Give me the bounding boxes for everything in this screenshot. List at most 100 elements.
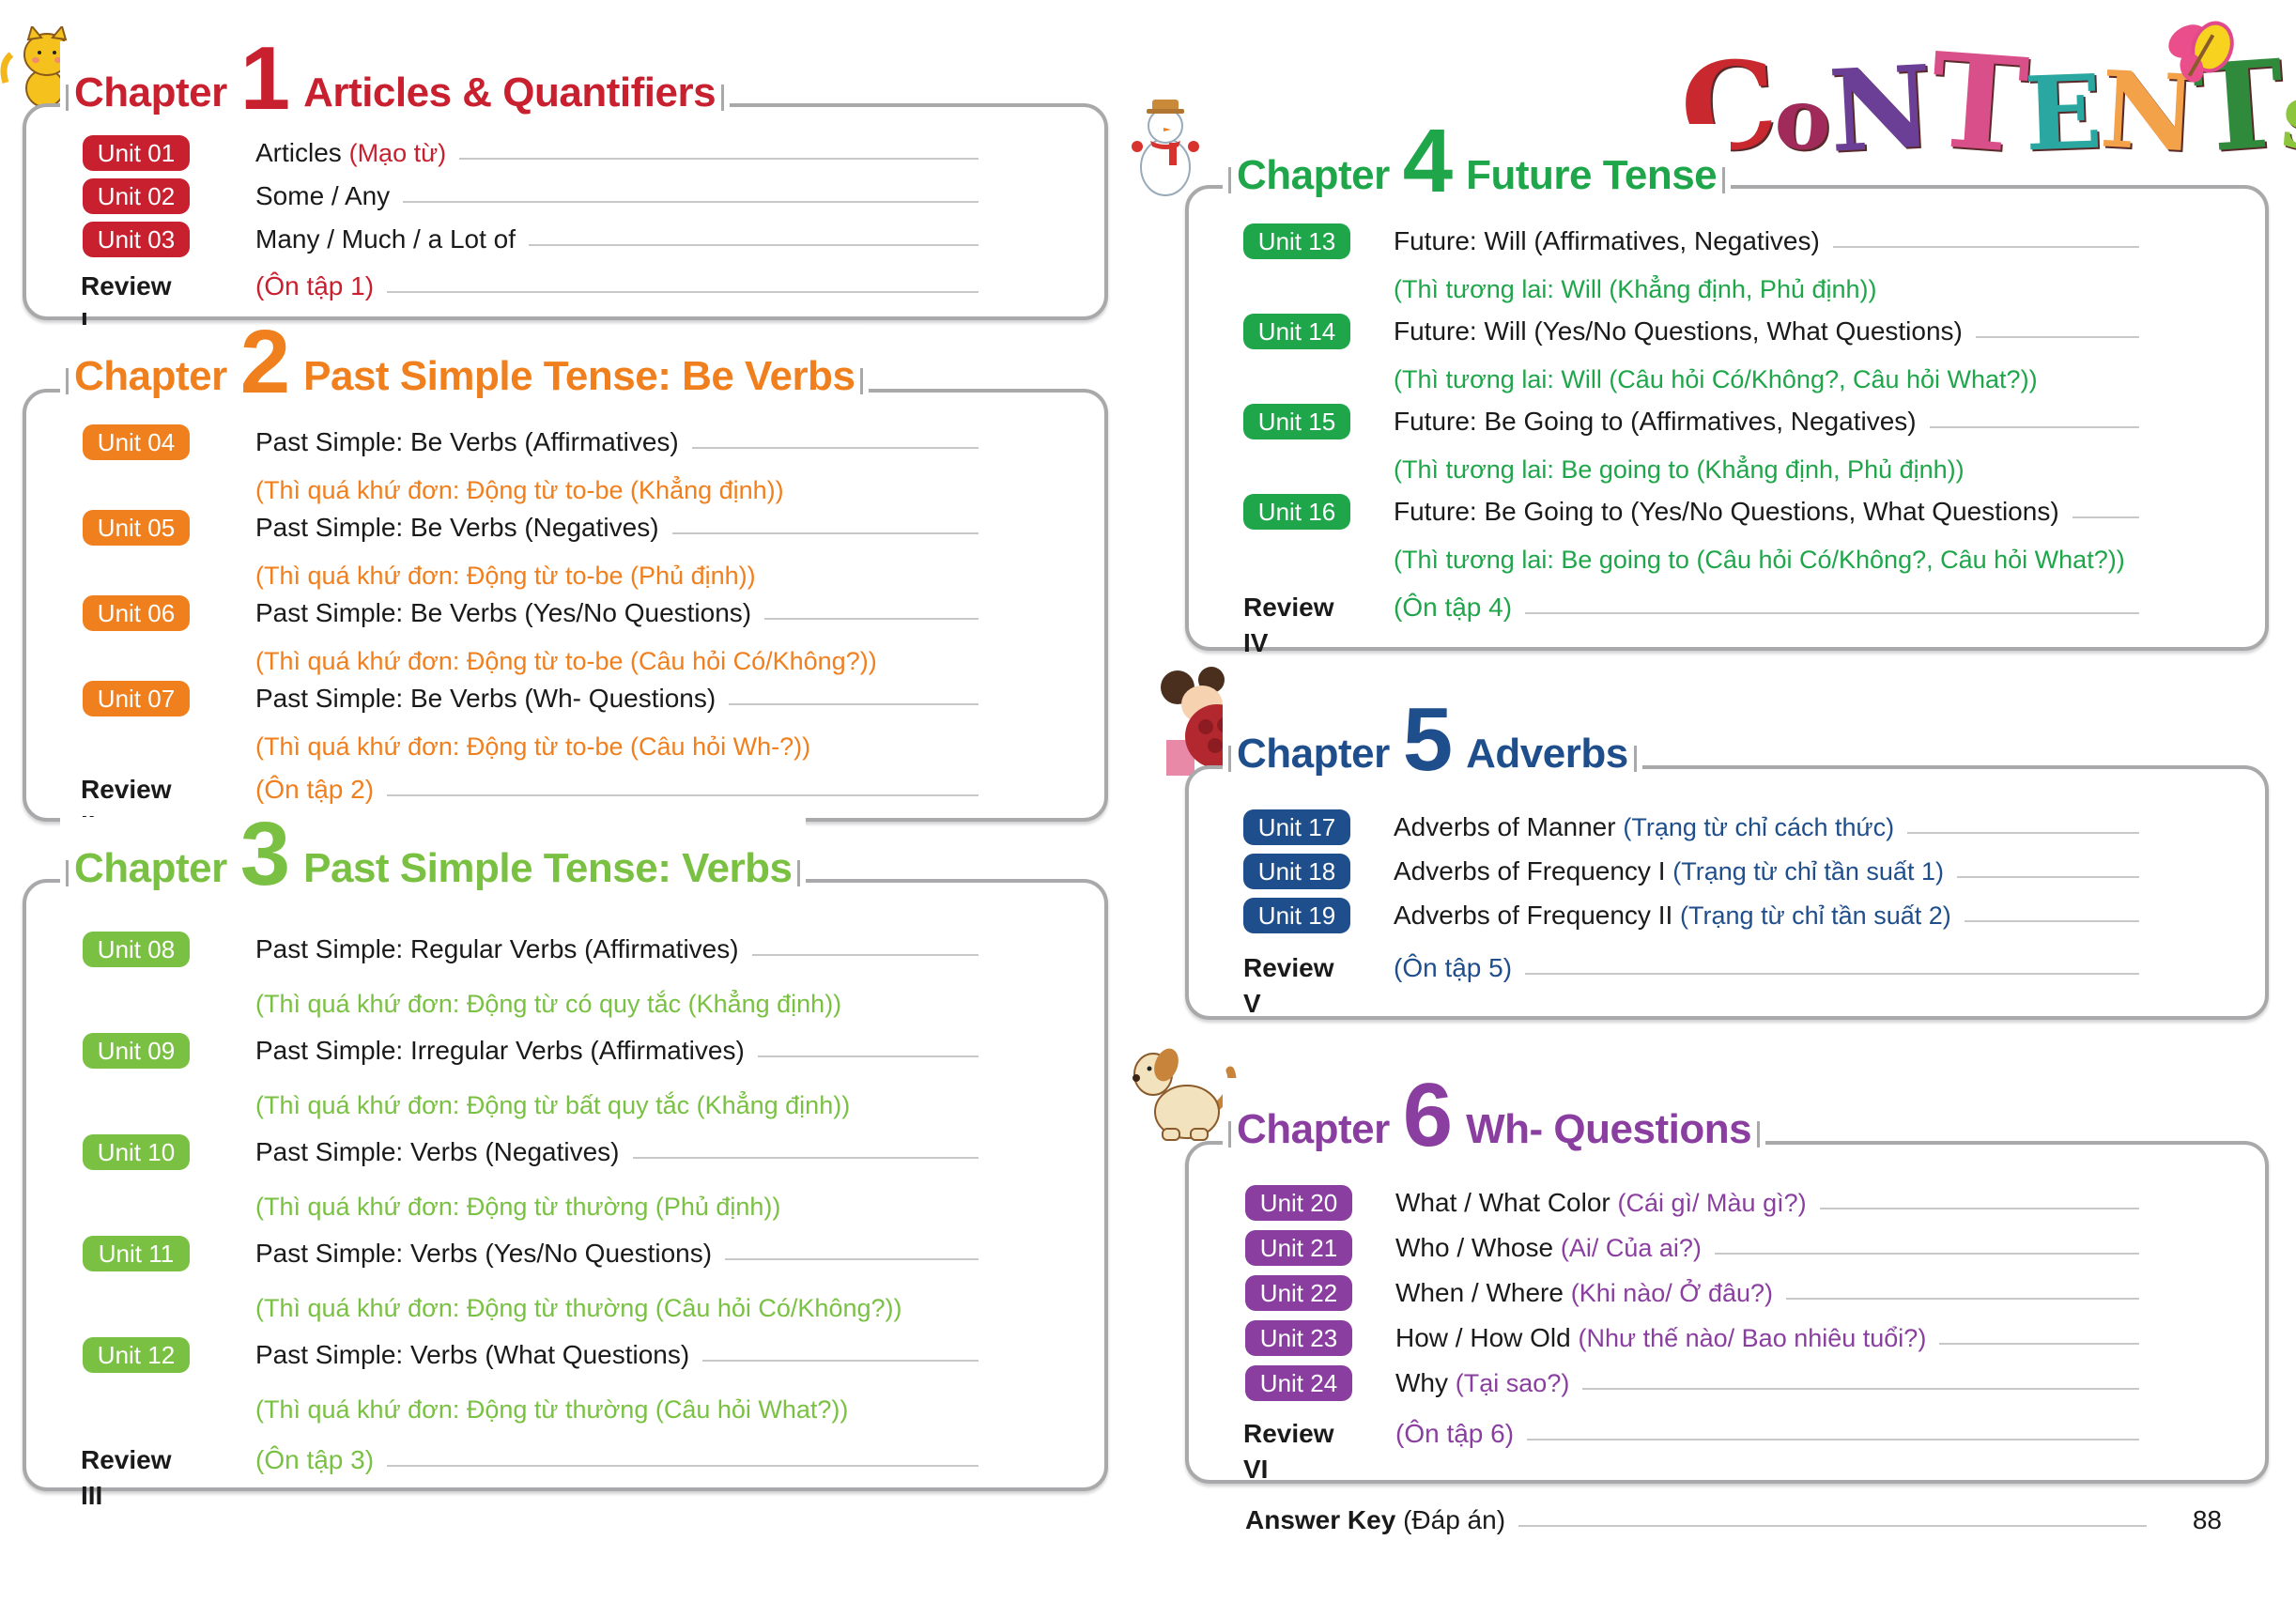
- unit-badge: Unit 18: [1243, 854, 1350, 889]
- unit-title: Past Simple: Be Verbs (Negatives): [255, 510, 672, 546]
- unit-title-en: Future: Be Going to (Affirmatives, Negat…: [1394, 407, 1917, 436]
- unit-badge: Unit 14: [1243, 314, 1350, 349]
- unit-title-en: Who / Whose: [1395, 1233, 1554, 1262]
- unit-badge: Unit 10: [83, 1134, 190, 1170]
- unit-title-vi: (Tại sao?): [1455, 1369, 1570, 1397]
- answer-key-label: Answer Key: [1245, 1505, 1396, 1534]
- chapter-title: Past Simple Tense: Verbs: [303, 845, 793, 891]
- butterfly-illustration: [2168, 21, 2234, 83]
- unit-badge: Unit 23: [1245, 1320, 1352, 1356]
- unit-title: Why (Tại sao?): [1395, 1365, 1583, 1401]
- heading-bracket: [66, 368, 69, 394]
- unit-title: Past Simple: Verbs (Negatives): [255, 1134, 633, 1170]
- review-title-vi: (Ôn tập 1): [255, 269, 388, 304]
- chapter-heading[interactable]: Chapter 2 Past Simple Tense: Be Verbs: [60, 312, 870, 412]
- unit-badge: Unit 21: [1245, 1230, 1352, 1266]
- contents-letter: E: [2023, 53, 2104, 175]
- unit-title-en: Future: Be Going to (Yes/No Questions, W…: [1394, 497, 2059, 526]
- unit-title-en: Why: [1395, 1368, 1448, 1397]
- chapter-number: 2: [239, 312, 291, 412]
- unit-title-vi: (Trạng từ chỉ cách thức): [1623, 813, 1895, 841]
- unit-title-en: Many / Much / a Lot of: [255, 224, 516, 254]
- unit-badge: Unit 06: [83, 595, 190, 631]
- unit-title: Adverbs of Manner (Trạng từ chỉ cách thứ…: [1394, 809, 1908, 845]
- chapter-heading[interactable]: Chapter 6 Wh- Questions: [1223, 1065, 1766, 1165]
- unit-badge: Unit 19: [1243, 898, 1350, 933]
- unit-title-en: Past Simple: Be Verbs (Negatives): [255, 513, 659, 542]
- heading-bracket: [1228, 746, 1231, 772]
- review-label: Review III: [81, 1445, 172, 1510]
- unit-title-en: Future: Will (Affirmatives, Negatives): [1394, 226, 1820, 255]
- answer-key-vi: (Đáp án): [1403, 1505, 1506, 1534]
- review-title-vi: (Ôn tập 6): [1395, 1416, 1528, 1452]
- unit-badge: Unit 22: [1245, 1275, 1352, 1311]
- unit-title: Articles (Mạo từ): [255, 135, 460, 171]
- unit-title: Past Simple: Regular Verbs (Affirmatives…: [255, 932, 752, 967]
- unit-badge: Unit 02: [83, 178, 190, 214]
- unit-title-en: When / Where: [1395, 1278, 1564, 1307]
- unit-title: Past Simple: Be Verbs (Affirmatives): [255, 424, 692, 460]
- unit-title-en: Past Simple: Irregular Verbs (Affirmativ…: [255, 1036, 745, 1065]
- unit-title: Future: Be Going to (Affirmatives, Negat…: [1394, 404, 1930, 439]
- unit-translation: (Thì quá khứ đơn: Động từ bất quy tắc (K…: [255, 1091, 851, 1119]
- chapter-heading[interactable]: Chapter 3 Past Simple Tense: Verbs: [60, 809, 807, 900]
- chapter-heading[interactable]: Chapter 5 Adverbs: [1223, 695, 1642, 785]
- heading-bracket: [1228, 167, 1231, 193]
- contents-letter: o: [1772, 68, 1834, 171]
- unit-translation: (Thì quá khứ đơn: Động từ thường (Câu hỏ…: [255, 1395, 849, 1424]
- chapter-word: Chapter: [74, 69, 227, 116]
- unit-badge: Unit 03: [83, 222, 190, 257]
- unit-title-en: Articles: [255, 138, 342, 167]
- unit-translation: (Thì tương lai: Be going to (Khẳng định,…: [1394, 455, 1965, 484]
- chapter-heading[interactable]: Chapter 4 Future Tense: [1223, 111, 1732, 211]
- heading-bracket: [1228, 1121, 1231, 1148]
- unit-title: How / How Old (Như thế nào/ Bao nhiêu tu…: [1395, 1320, 1940, 1356]
- unit-title-en: What / What Color: [1395, 1188, 1610, 1217]
- unit-title: Adverbs of Frequency II (Trạng từ chỉ tầ…: [1394, 898, 1965, 933]
- unit-title: Past Simple: Be Verbs (Yes/No Questions): [255, 595, 765, 631]
- unit-title-en: Past Simple: Verbs (What Questions): [255, 1340, 690, 1369]
- review-title-vi: (Ôn tập 5): [1394, 950, 1526, 986]
- unit-title-en: Adverbs of Frequency I: [1394, 856, 1666, 886]
- heading-bracket: [797, 860, 801, 886]
- review-label: Review VI: [1243, 1419, 1334, 1484]
- unit-title-en: Past Simple: Verbs (Negatives): [255, 1137, 620, 1166]
- unit-badge: Unit 01: [83, 135, 190, 171]
- unit-title: Many / Much / a Lot of: [255, 222, 530, 257]
- unit-title: Some / Any: [255, 178, 404, 214]
- unit-translation: (Thì quá khứ đơn: Động từ thường (Phủ đị…: [255, 1193, 781, 1221]
- unit-title-vi: (Trạng từ chỉ tần suất 2): [1680, 901, 1951, 930]
- unit-badge: Unit 12: [83, 1337, 190, 1373]
- heading-bracket: [721, 85, 725, 111]
- unit-title: Past Simple: Irregular Verbs (Affirmativ…: [255, 1033, 758, 1069]
- chapter-title: Articles & Quantifiers: [303, 69, 717, 116]
- chapter-word: Chapter: [74, 353, 227, 399]
- heading-bracket: [66, 860, 69, 886]
- heading-bracket: [1633, 746, 1637, 772]
- unit-title: When / Where (Khi nào/ Ở đâu?): [1395, 1275, 1787, 1311]
- chapter-number: 4: [1402, 111, 1454, 211]
- unit-title-vi: (Ai/ Của ai?): [1560, 1234, 1702, 1262]
- review-title-vi: (Ôn tập 3): [255, 1442, 388, 1478]
- unit-title-en: Past Simple: Be Verbs (Affirmatives): [255, 427, 679, 456]
- unit-title-vi: (Cái gì/ Màu gì?): [1617, 1189, 1807, 1217]
- unit-translation: (Thì tương lai: Will (Khẳng định, Phủ đị…: [1394, 275, 1877, 303]
- unit-badge: Unit 05: [83, 510, 190, 546]
- chapter-number: 6: [1402, 1065, 1454, 1165]
- unit-badge: Unit 08: [83, 932, 190, 967]
- unit-badge: Unit 17: [1243, 809, 1350, 845]
- contents-letter: T: [1925, 23, 2032, 183]
- unit-title-vi: (Trạng từ chỉ tần suất 1): [1672, 857, 1944, 886]
- unit-badge: Unit 09: [83, 1033, 190, 1069]
- chapter-title: Past Simple Tense: Be Verbs: [303, 353, 855, 399]
- unit-title-en: Past Simple: Be Verbs (Yes/No Questions): [255, 598, 752, 627]
- chapter-title: Future Tense: [1466, 152, 1718, 198]
- chapter-word: Chapter: [1237, 152, 1390, 198]
- heading-bracket: [860, 368, 864, 394]
- unit-translation: (Thì quá khứ đơn: Động từ thường (Câu hỏ…: [255, 1294, 902, 1322]
- answer-key-row[interactable]: Answer Key (Đáp án) 88: [1245, 1502, 2222, 1540]
- unit-title-en: Adverbs of Frequency II: [1394, 901, 1673, 930]
- unit-badge: Unit 07: [83, 681, 190, 716]
- chapter-heading[interactable]: Chapter 1 Articles & Quantifiers: [60, 34, 731, 124]
- unit-translation: (Thì quá khứ đơn: Động từ có quy tắc (Kh…: [255, 990, 842, 1018]
